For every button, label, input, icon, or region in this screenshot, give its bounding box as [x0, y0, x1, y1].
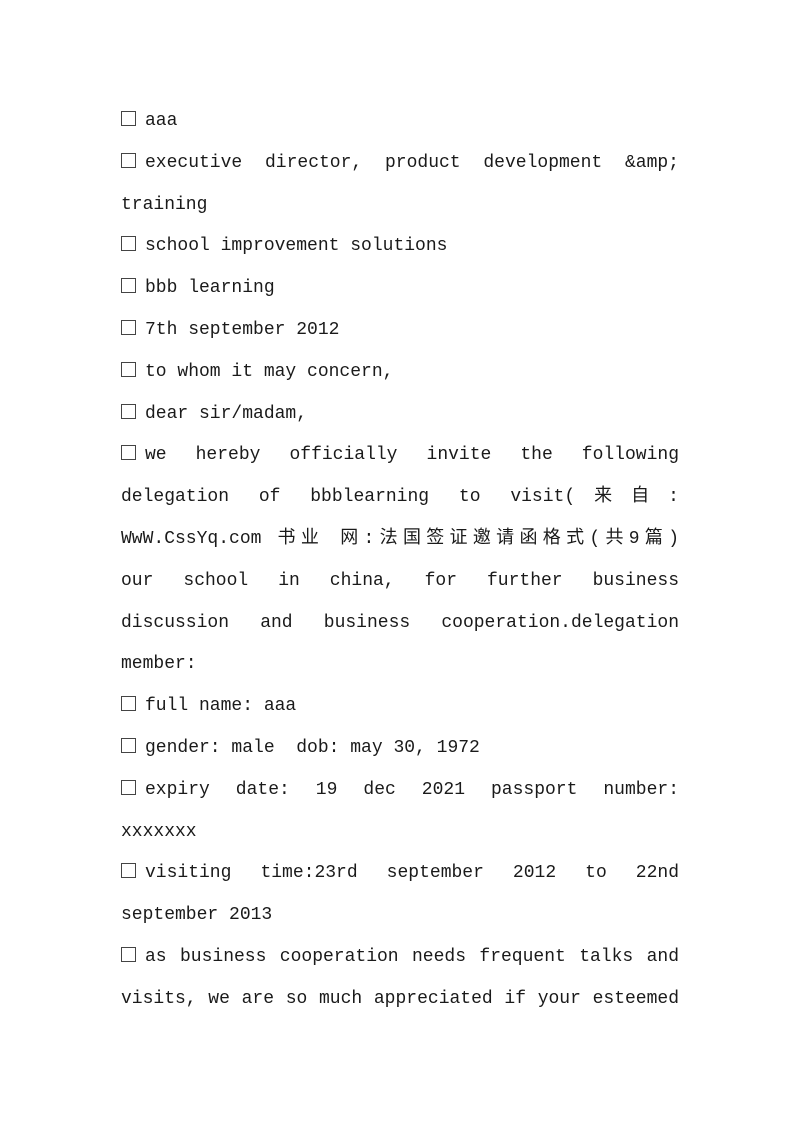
paragraph-text: to whom it may concern, [145, 361, 394, 382]
paragraph-text: executive director, product development … [145, 152, 679, 173]
paragraph-date: 7th september 2012 [121, 310, 679, 352]
paragraph-text: visits, we are so much appreciated if yo… [121, 988, 679, 1009]
paragraph-title: executive director, product development … [121, 143, 679, 227]
paragraph-text: member: [121, 654, 197, 675]
paragraph-text: discussion and business cooperation.dele… [121, 612, 679, 633]
paragraph-text: 7th september 2012 [145, 319, 340, 340]
paragraph-text: xxxxxxx [121, 821, 197, 842]
paragraph-text: full name: aaa [145, 696, 297, 717]
paragraph-text: we hereby officially invite the followin… [145, 445, 679, 466]
paragraph-company: bbb learning [121, 268, 679, 310]
checkbox-icon [121, 152, 136, 168]
paragraph-text: gender: male dob: may 30, 1972 [145, 737, 480, 758]
paragraph-text: training [121, 194, 208, 215]
document-page: aaa executive director, product developm… [121, 101, 679, 1021]
checkbox-icon [121, 737, 136, 753]
paragraph-to-whom: to whom it may concern, [121, 352, 679, 394]
paragraph-organization: school improvement solutions [121, 226, 679, 268]
checkbox-icon [121, 779, 136, 795]
paragraph-salutation: dear sir/madam, [121, 394, 679, 436]
checkbox-icon [121, 236, 136, 252]
paragraph-text: visiting time:23rd september 2012 to 22n… [145, 863, 679, 884]
paragraph-text: delegation of bbblearning to visit(来自: [121, 487, 679, 508]
paragraph-visiting-time: visiting time:23rd september 2012 to 22n… [121, 853, 679, 937]
paragraph-text: WwW.CssYq.com 书业 网:法国签证邀请函格式(共9篇) [121, 528, 679, 549]
paragraph-text: dear sir/madam, [145, 403, 308, 424]
paragraph-cooperation: as business cooperation needs frequent t… [121, 937, 679, 1021]
checkbox-icon [121, 445, 136, 461]
checkbox-icon [121, 361, 136, 377]
paragraph-full-name: full name: aaa [121, 686, 679, 728]
paragraph-text: aaa [145, 111, 178, 131]
paragraph-passport: expiry date: 19 dec 2021 passport number… [121, 770, 679, 854]
checkbox-icon [121, 319, 136, 335]
paragraph-text: our school in china, for further busines… [121, 570, 679, 591]
paragraph-gender-dob: gender: male dob: may 30, 1972 [121, 728, 679, 770]
paragraph-invitation: we hereby officially invite the followin… [121, 435, 679, 686]
checkbox-icon [121, 278, 136, 294]
checkbox-icon [121, 946, 136, 962]
paragraph-name: aaa [121, 101, 679, 143]
checkbox-icon [121, 696, 136, 712]
paragraph-text: september 2013 [121, 905, 273, 926]
checkbox-icon [121, 111, 136, 126]
paragraph-text: school improvement solutions [145, 236, 448, 257]
checkbox-icon [121, 403, 136, 419]
paragraph-text: expiry date: 19 dec 2021 passport number… [145, 779, 679, 800]
checkbox-icon [121, 863, 136, 879]
paragraph-text: as business cooperation needs frequent t… [145, 946, 679, 967]
paragraph-text: bbb learning [145, 278, 275, 299]
